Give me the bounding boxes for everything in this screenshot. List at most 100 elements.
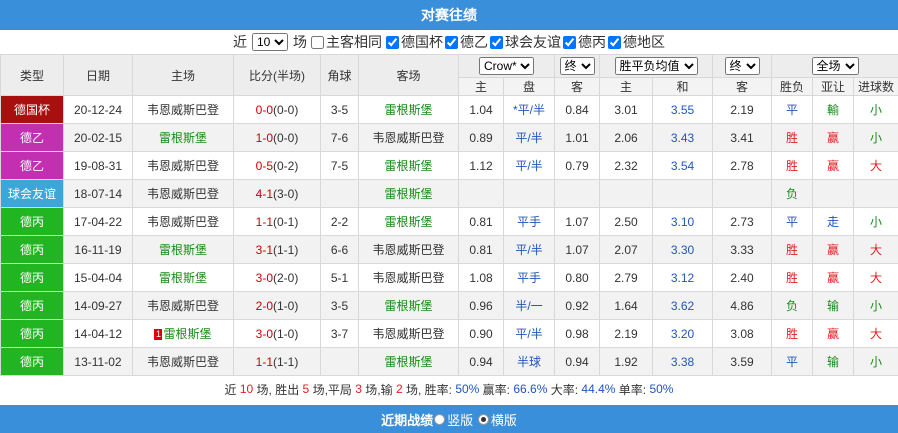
handicap-line-cell: 平/半 [503, 235, 555, 264]
result-cell: 胜 [771, 263, 813, 292]
company-select[interactable]: Crow* [479, 57, 534, 75]
asia-cell-text: 输 [826, 355, 839, 369]
home-team-cell[interactable]: 韦恩威斯巴登 [132, 347, 234, 376]
odds-home-cell-text: 2.06 [614, 130, 638, 145]
league-cell[interactable]: 德丙 [0, 235, 64, 264]
away-team-cell[interactable]: 韦恩威斯巴登 [358, 235, 459, 264]
full-time-score: 2-0 [255, 298, 273, 313]
handicap-line-cell: 平/半 [503, 151, 555, 180]
home-team-cell[interactable]: 雷根斯堡 [132, 123, 234, 152]
away-team-cell[interactable]: 韦恩威斯巴登 [358, 123, 459, 152]
scope-select[interactable]: 全场 [811, 57, 859, 75]
home-team-cell[interactable]: 韦恩威斯巴登 [132, 207, 234, 236]
match-count-select[interactable]: 10 [252, 33, 288, 51]
odds-stage-select[interactable]: 终 [724, 57, 760, 75]
handicap-home-cell: 1.08 [458, 263, 504, 292]
away-team-cell-text: 韦恩威斯巴登 [372, 131, 445, 145]
league-filter-1[interactable]: 德乙 [443, 32, 488, 52]
handicap-away-cell: 0.98 [554, 319, 600, 348]
score-cell: 3-0(2-0) [233, 263, 321, 292]
half-time-score: (3-0) [273, 186, 299, 201]
away-team-cell[interactable]: 雷根斯堡 [358, 151, 459, 180]
handicap-line-cell-text: *平/半 [512, 103, 545, 117]
league-cell[interactable]: 德国杯 [0, 95, 64, 124]
odds-type-select[interactable]: 胜平负均值 [614, 57, 698, 75]
away-team-cell[interactable]: 雷根斯堡 [358, 207, 459, 236]
corner-cell [320, 347, 359, 376]
league-cell[interactable]: 德乙 [0, 123, 64, 152]
date-cell-text: 20-12-24 [73, 102, 123, 117]
league-cell[interactable]: 德丙 [0, 347, 64, 376]
odds-away-cell: 2.40 [712, 263, 772, 292]
table-row: 球会友谊 18-07-14 韦恩威斯巴登 4-1(3-0) 雷根斯堡 负 [0, 179, 898, 208]
date-cell: 20-12-24 [63, 95, 133, 124]
result-cell: 胜 [771, 123, 813, 152]
same-home-checkbox[interactable]: 主客相同 [309, 32, 382, 52]
away-team-cell[interactable]: 雷根斯堡 [358, 347, 459, 376]
home-team-cell[interactable]: 韦恩威斯巴登 [132, 95, 234, 124]
home-team-cell-text: 韦恩威斯巴登 [146, 159, 219, 173]
league-filter-checkbox[interactable] [563, 35, 576, 49]
handicap-away-cell-text: 0.98 [565, 326, 589, 341]
handicap-away-cell: 0.92 [554, 291, 600, 320]
odds-stage-cell: 终 [712, 54, 772, 78]
league-filter-4[interactable]: 德地区 [606, 32, 665, 52]
away-team-cell[interactable]: 韦恩威斯巴登 [358, 263, 459, 292]
corner-cell: 7-6 [320, 123, 359, 152]
league-filter-0[interactable]: 德国杯 [384, 32, 443, 52]
league-cell[interactable]: 德丙 [0, 207, 64, 236]
league-cell[interactable]: 德乙 [0, 151, 64, 180]
away-team-cell[interactable]: 雷根斯堡 [358, 95, 459, 124]
league-filter-2[interactable]: 球会友谊 [488, 32, 561, 52]
home-team-cell[interactable]: 雷根斯堡 [132, 263, 234, 292]
summary-losses: 2 [395, 382, 403, 396]
home-team-cell[interactable]: 韦恩威斯巴登 [132, 151, 234, 180]
handicap-line-cell: 半/一 [503, 291, 555, 320]
result-cell: 负 [771, 179, 813, 208]
handicap-line-cell-text: 平手 [516, 271, 541, 285]
corner-cell-text: 7-5 [330, 158, 349, 173]
full-time-score: 1-0 [255, 130, 273, 145]
goals-cell: 大 [853, 319, 898, 348]
odds-home-cell: 1.92 [599, 347, 653, 376]
date-cell-text: 18-07-14 [73, 186, 123, 201]
league-filter-3[interactable]: 德丙 [561, 32, 606, 52]
odds-draw-cell: 3.54 [652, 151, 713, 180]
away-team-cell[interactable]: 韦恩威斯巴登 [358, 319, 459, 348]
layout-horizontal-radio[interactable] [477, 413, 489, 425]
red-card-badge: 1 [154, 329, 163, 341]
handicap-line-cell: 半球 [503, 347, 555, 376]
league-cell[interactable]: 德丙 [0, 319, 64, 348]
goals-cell-text: 大 [869, 243, 882, 257]
league-filter-checkbox[interactable] [490, 35, 503, 49]
home-team-cell[interactable]: 韦恩威斯巴登 [132, 291, 234, 320]
handicap-home-cell-text: 1.04 [469, 102, 493, 117]
away-team-cell[interactable]: 雷根斯堡 [358, 291, 459, 320]
away-team-cell[interactable]: 雷根斯堡 [358, 179, 459, 208]
score-cell: 3-1(1-1) [233, 235, 321, 264]
league-cell-text: 德乙 [19, 131, 44, 145]
home-team-cell[interactable]: 韦恩威斯巴登 [132, 179, 234, 208]
league-filter-checkbox[interactable] [386, 35, 399, 49]
league-filter-checkbox[interactable] [445, 35, 458, 49]
home-team-cell[interactable]: 雷根斯堡 [132, 235, 234, 264]
date-cell-text: 16-11-19 [74, 242, 122, 257]
table-row: 德国杯 20-12-24 韦恩威斯巴登 0-0(0-0) 3-5 雷根斯堡 1.04 *平/半… [0, 95, 898, 124]
odds-home-cell [599, 179, 653, 208]
league-cell[interactable]: 德丙 [0, 263, 64, 292]
league-cell[interactable]: 德丙 [0, 291, 64, 320]
full-time-score: 1-1 [255, 354, 273, 369]
layout-vertical-radio[interactable] [434, 413, 446, 425]
league-filter-checkbox[interactable] [608, 35, 621, 49]
result-cell-text: 胜 [785, 131, 798, 145]
handicap-stage-select[interactable]: 终 [559, 57, 595, 75]
date-cell: 20-02-15 [63, 123, 133, 152]
table-row: 德丙 14-04-12 1 雷根斯堡 3-0(1-0) 3-7 韦恩威斯巴登 0.90 平/半 0… [0, 319, 898, 348]
league-cell[interactable]: 球会友谊 [0, 179, 64, 208]
goals-cell-text: 大 [869, 327, 882, 341]
summary-wins: 5 [302, 382, 310, 396]
goals-cell-text: 小 [869, 215, 882, 229]
goals-cell [853, 179, 898, 208]
home-team-cell[interactable]: 1 雷根斯堡 [132, 319, 234, 348]
odds-away-cell: 3.41 [712, 123, 772, 152]
